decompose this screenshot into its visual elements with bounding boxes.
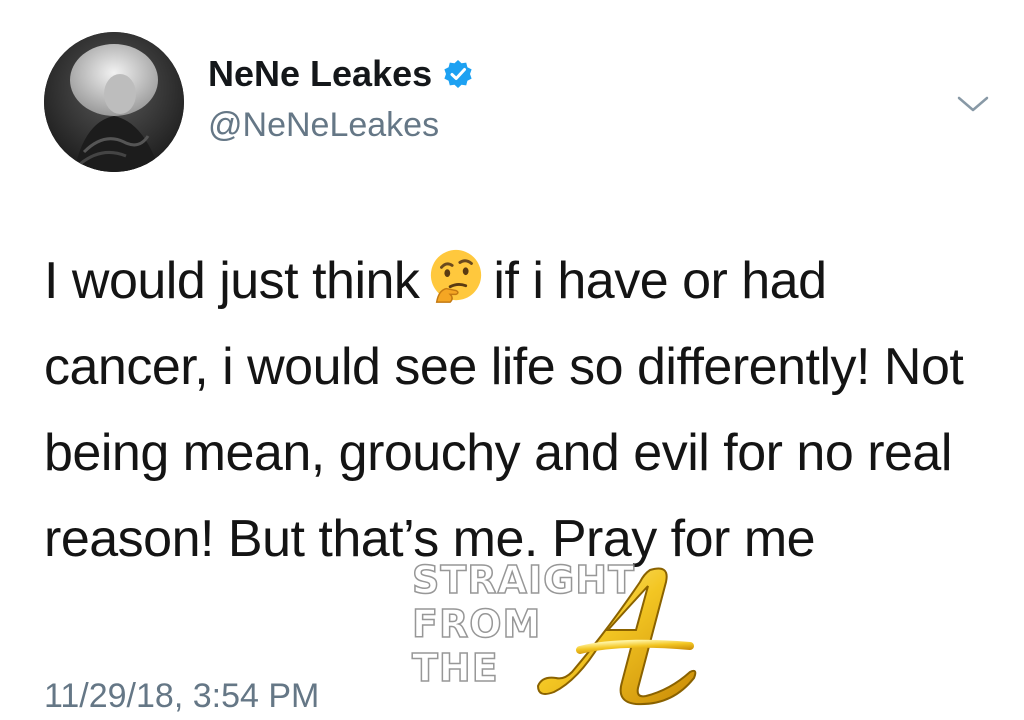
chevron-down-icon[interactable] [955, 92, 991, 116]
tweet-text: I would just think if i have or had canc… [44, 238, 984, 582]
avatar[interactable] [44, 32, 184, 172]
display-name[interactable]: NeNe Leakes [208, 52, 432, 96]
tweet-card: NeNe Leakes @NeNeLeakes I would just thi… [0, 0, 1024, 720]
watermark-line-3: THE [411, 646, 499, 690]
watermark: STRAIGHT FROM THE [400, 559, 730, 710]
verified-badge-icon [444, 60, 472, 88]
tweet-timestamp[interactable]: 11/29/18, 3:54 PM [44, 676, 319, 716]
watermark-line-2: FROM [411, 602, 542, 646]
thinking-face-emoji-icon [431, 249, 482, 303]
tweet-text-part-1: I would just think [44, 252, 420, 310]
author-row: NeNe Leakes [208, 52, 474, 96]
watermark-logo-icon [536, 567, 697, 706]
avatar-image [44, 32, 184, 172]
user-handle[interactable]: @NeNeLeakes [208, 104, 439, 146]
